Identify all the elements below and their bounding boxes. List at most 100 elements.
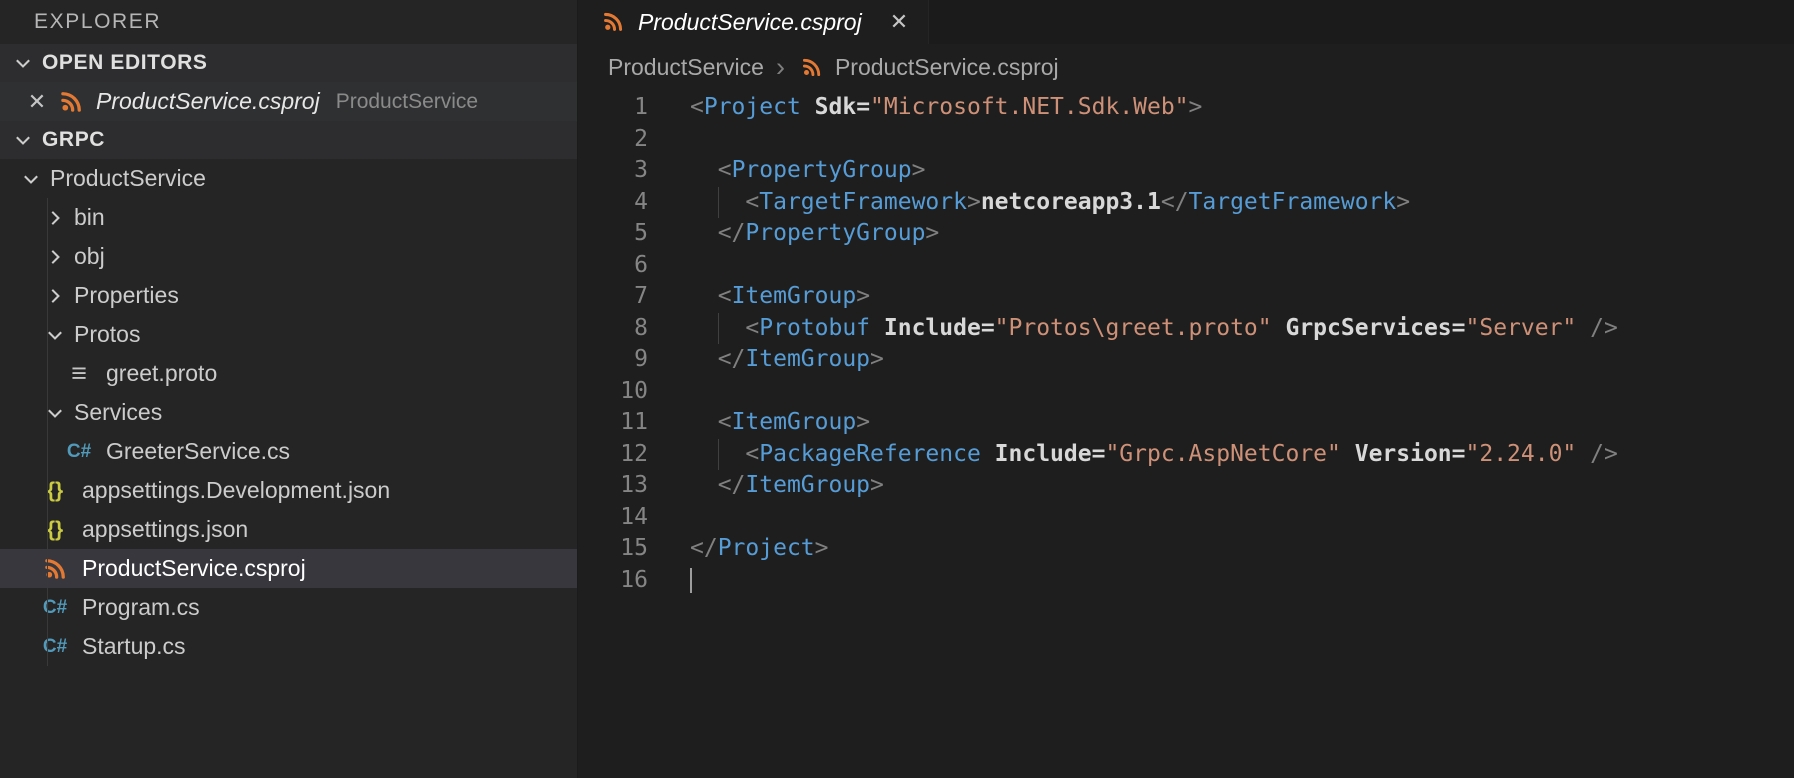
chevron-down-icon[interactable] (38, 396, 72, 430)
line-number[interactable]: 8 (578, 313, 648, 345)
tree-item-label: GreeterService.cs (106, 438, 291, 464)
line-number[interactable]: 5 (578, 218, 648, 250)
line-number[interactable]: 1 (578, 92, 648, 124)
code-line-5[interactable]: 5 </PropertyGroup> (578, 218, 1794, 250)
code-line-3[interactable]: 3 <PropertyGroup> (578, 155, 1794, 187)
line-number[interactable]: 16 (578, 565, 648, 597)
close-icon[interactable]: ✕ (890, 9, 908, 35)
workspace-section-header[interactable]: GRPC (0, 121, 577, 159)
line-number[interactable]: 15 (578, 533, 648, 565)
explorer-title: EXPLORER (34, 10, 162, 33)
tree-file-productservice-csproj[interactable]: ProductService.csproj (0, 549, 577, 588)
code-lines: 1 <Project Sdk="Microsoft.NET.Sdk.Web"> 2 3… (578, 90, 1794, 778)
tree-item-label: obj (74, 243, 105, 269)
breadcrumb-folder[interactable]: ProductService (608, 54, 764, 81)
line-number[interactable]: 12 (578, 439, 648, 471)
code-line-14[interactable]: 14 (578, 502, 1794, 534)
code-text[interactable] (690, 376, 1794, 408)
line-number[interactable]: 14 (578, 502, 648, 534)
tree-folder-protos[interactable]: Protos (0, 315, 577, 354)
code-text[interactable]: <ItemGroup> (690, 407, 1794, 439)
tab-bar: ProductService.csproj ✕ (578, 0, 1794, 44)
code-text[interactable]: <TargetFramework>netcoreapp3.1</TargetFr… (690, 186, 1794, 218)
open-editor-description: ProductService (335, 89, 479, 113)
code-line-10[interactable]: 10 (578, 376, 1794, 408)
tree-item-label: Program.cs (82, 594, 200, 620)
tree-file-appsettings-json[interactable]: {} appsettings.json (0, 510, 577, 549)
code-line-15[interactable]: 15 </Project> (578, 533, 1794, 565)
code-text[interactable]: </Project> (690, 533, 1794, 565)
tree-item-label: Protos (74, 321, 141, 347)
code-text[interactable]: </ItemGroup> (690, 470, 1794, 502)
code-line-2[interactable]: 2 (578, 124, 1794, 156)
chevron-down-icon (6, 123, 40, 157)
line-number[interactable]: 9 (578, 344, 648, 376)
code-line-8[interactable]: 8 <Protobuf Include="Protos\greet.proto"… (578, 312, 1794, 345)
chevron-right-icon[interactable] (38, 279, 72, 313)
code-line-16[interactable]: 16 (578, 565, 1794, 597)
line-number[interactable]: 3 (578, 155, 648, 187)
line-number[interactable]: 10 (578, 376, 648, 408)
line-number[interactable]: 4 (578, 187, 648, 219)
tree-folder-productservice[interactable]: ProductService (0, 159, 577, 198)
line-number[interactable]: 6 (578, 250, 648, 282)
tree-file-greet-proto[interactable]: ≡ greet.proto (0, 354, 577, 393)
code-text[interactable]: <Protobuf Include="Protos\greet.proto" G… (690, 312, 1794, 344)
tree-file-greeterservice-cs[interactable]: C# GreeterService.cs (0, 432, 577, 471)
explorer-sidebar: EXPLORER OPEN EDITORS ✕ ProductService.c… (0, 0, 578, 778)
open-editor-filename: ProductService.csproj (96, 88, 320, 114)
csharp-file-icon: C# (42, 596, 68, 618)
code-text[interactable] (690, 565, 1794, 597)
code-line-12[interactable]: 12 <PackageReference Include="Grpc.AspNe… (578, 438, 1794, 471)
line-number[interactable]: 13 (578, 470, 648, 502)
csproj-file-icon (797, 52, 827, 82)
chevron-right-icon[interactable] (38, 201, 72, 235)
code-line-13[interactable]: 13 </ItemGroup> (578, 470, 1794, 502)
chevron-right-icon[interactable] (38, 240, 72, 274)
code-text[interactable] (690, 502, 1794, 534)
tree-item-label: Startup.cs (82, 633, 186, 659)
code-line-9[interactable]: 9 </ItemGroup> (578, 344, 1794, 376)
tree-item-label: Properties (74, 282, 179, 308)
code-text[interactable]: <ItemGroup> (690, 281, 1794, 313)
tree-file-startup-cs[interactable]: C# Startup.cs (0, 627, 577, 666)
tree-folder-properties[interactable]: Properties (0, 276, 577, 315)
tree-item-label: appsettings.json (82, 516, 249, 542)
workspace-name: GRPC (42, 128, 106, 151)
tree-folder-bin[interactable]: bin (0, 198, 577, 237)
code-text[interactable] (690, 124, 1794, 156)
tree-file-appsettings-development-json[interactable]: {} appsettings.Development.json (0, 471, 577, 510)
csharp-file-icon: C# (42, 635, 68, 657)
tree-folder-obj[interactable]: obj (0, 237, 577, 276)
open-editors-header[interactable]: OPEN EDITORS (0, 44, 577, 82)
code-text[interactable]: <Project Sdk="Microsoft.NET.Sdk.Web"> (690, 92, 1794, 124)
code-text[interactable] (690, 250, 1794, 282)
tree-item-label: appsettings.Development.json (82, 477, 391, 503)
breadcrumb: ProductService › ProductService.csproj (578, 44, 1794, 90)
code-line-6[interactable]: 6 (578, 250, 1794, 282)
breadcrumb-file[interactable]: ProductService.csproj (835, 54, 1059, 81)
text-cursor (690, 567, 692, 593)
code-line-4[interactable]: 4 <TargetFramework>netcoreapp3.1</Target… (578, 186, 1794, 219)
code-line-1[interactable]: 1 <Project Sdk="Microsoft.NET.Sdk.Web"> (578, 92, 1794, 124)
code-text[interactable]: <PropertyGroup> (690, 155, 1794, 187)
chevron-down-icon[interactable] (14, 162, 48, 196)
line-number[interactable]: 11 (578, 407, 648, 439)
code-text[interactable]: </ItemGroup> (690, 344, 1794, 376)
chevron-down-icon[interactable] (38, 318, 72, 352)
csproj-file-icon (598, 7, 628, 37)
code-line-11[interactable]: 11 <ItemGroup> (578, 407, 1794, 439)
tree-folder-services[interactable]: Services (0, 393, 577, 432)
code-text[interactable]: <PackageReference Include="Grpc.AspNetCo… (690, 438, 1794, 470)
code-line-7[interactable]: 7 <ItemGroup> (578, 281, 1794, 313)
tree-file-program-cs[interactable]: C# Program.cs (0, 588, 577, 627)
tab-productservice-csproj[interactable]: ProductService.csproj ✕ (578, 0, 930, 44)
code-text[interactable]: </PropertyGroup> (690, 218, 1794, 250)
csharp-file-icon: C# (66, 440, 92, 462)
vscode-window: EXPLORER OPEN EDITORS ✕ ProductService.c… (0, 0, 1794, 778)
open-editor-item[interactable]: ✕ ProductService.csproj ProductService (0, 82, 577, 121)
line-number[interactable]: 2 (578, 124, 648, 156)
line-number[interactable]: 7 (578, 281, 648, 313)
close-icon[interactable]: ✕ (20, 89, 54, 115)
indent-guide (717, 438, 719, 470)
